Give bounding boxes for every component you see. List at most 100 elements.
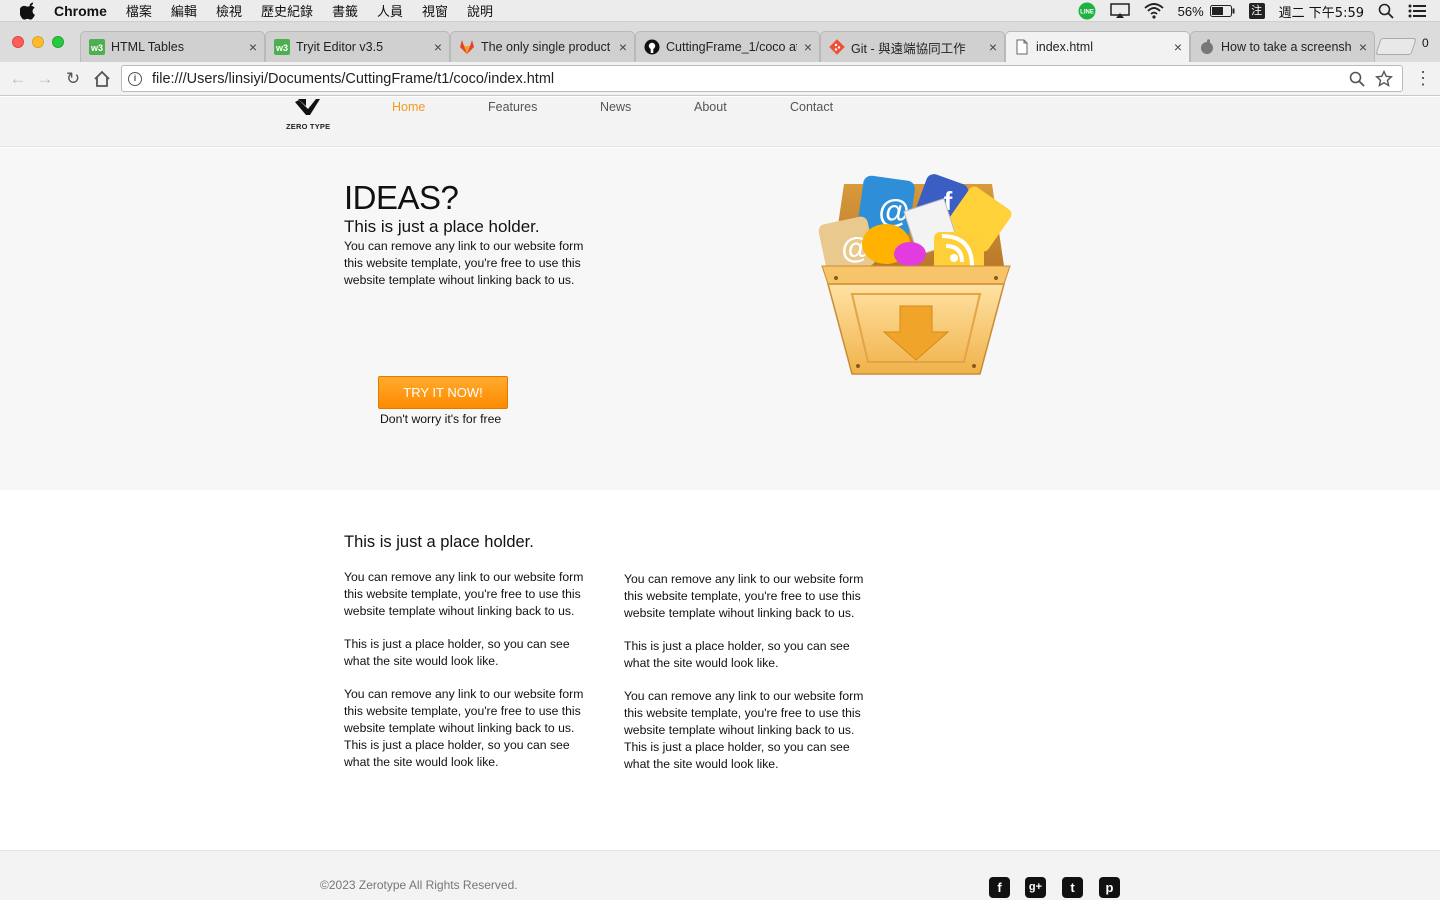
gitlab-icon <box>460 40 474 54</box>
airplay-icon[interactable] <box>1109 3 1130 19</box>
tab-github[interactable]: CuttingFrame_1/coco at × <box>635 31 820 62</box>
menu-people[interactable]: 人員 <box>377 1 403 20</box>
menu-help[interactable]: 說明 <box>467 1 493 20</box>
content-heading: This is just a place holder. <box>344 533 534 551</box>
copyright-text: ©2023 Zerotype All Rights Reserved. <box>320 878 518 892</box>
nav-home[interactable]: Home <box>392 100 425 114</box>
close-tab-icon[interactable]: × <box>612 39 634 55</box>
menu-view[interactable]: 檢視 <box>216 1 242 20</box>
site-header: ZERO TYPE Home Features News About Conta… <box>0 97 1440 147</box>
logo-text: ZERO TYPE <box>286 122 331 131</box>
window-controls <box>12 36 72 48</box>
content-column-left: You can remove any link to our website f… <box>344 569 584 787</box>
notification-center-icon[interactable] <box>1408 4 1426 18</box>
url-text[interactable]: file:///Users/linsiyi/Documents/CuttingF… <box>152 71 1348 87</box>
app-menu[interactable]: Chrome <box>54 3 107 19</box>
address-bar[interactable]: i file:///Users/linsiyi/Documents/Cuttin… <box>121 65 1403 92</box>
try-it-now-button[interactable]: TRY IT NOW! <box>378 376 508 409</box>
file-icon <box>1016 39 1028 55</box>
battery-percent: 56% <box>1177 3 1204 19</box>
line-app-icon[interactable]: LINE <box>1078 2 1096 20</box>
forward-icon[interactable]: → <box>35 69 55 89</box>
spotlight-icon[interactable] <box>1378 3 1394 19</box>
content-section: This is just a place holder. You can rem… <box>0 490 1440 850</box>
git-icon <box>829 39 845 55</box>
back-icon[interactable]: ← <box>8 69 28 89</box>
paragraph: You can remove any link to our website f… <box>624 572 864 620</box>
apple-menu-icon[interactable] <box>20 1 38 20</box>
google-plus-icon[interactable]: g+ <box>1025 877 1046 898</box>
close-tab-icon[interactable]: × <box>242 39 264 55</box>
hero-title: IDEAS? <box>344 179 459 216</box>
tab-title: HTML Tables <box>111 40 184 54</box>
tab-strip: w3 HTML Tables × w3 Tryit Editor v3.5 × … <box>0 22 1440 62</box>
zoom-window-button[interactable] <box>52 36 64 48</box>
paragraph: This is just a place holder, so you can … <box>624 639 850 670</box>
svg-text:LINE: LINE <box>1080 10 1094 16</box>
hero-text: You can remove any link to our website f… <box>344 239 584 287</box>
tab-title: index.html <box>1036 40 1093 54</box>
menu-bar: Chrome 檔案 編輯 檢視 歷史紀錄 書籤 人員 視窗 說明 LINE 56… <box>0 0 1440 22</box>
menu-history[interactable]: 歷史紀錄 <box>261 1 313 20</box>
w3schools-icon: w3 <box>274 39 290 55</box>
paragraph: You can remove any link to our website f… <box>624 689 864 771</box>
zoom-icon[interactable] <box>1348 70 1366 88</box>
nav-features[interactable]: Features <box>488 100 537 114</box>
svg-text:w3: w3 <box>90 43 103 53</box>
tab-tryit-editor[interactable]: w3 Tryit Editor v3.5 × <box>265 31 450 62</box>
tab-html-tables[interactable]: w3 HTML Tables × <box>80 31 265 62</box>
input-method-icon[interactable]: 注 <box>1248 3 1265 19</box>
home-icon[interactable] <box>92 69 112 89</box>
menu-file[interactable]: 檔案 <box>126 1 152 20</box>
new-tab-button[interactable] <box>1375 38 1417 55</box>
tab-gitlab[interactable]: The only single product × <box>450 31 635 62</box>
tab-git-remote[interactable]: Git - 與遠端協同工作 × <box>820 31 1005 62</box>
github-icon <box>644 39 660 55</box>
battery-icon[interactable] <box>1209 5 1235 17</box>
nav-news[interactable]: News <box>600 100 631 114</box>
menu-bookmarks[interactable]: 書籤 <box>332 1 358 20</box>
close-tab-icon[interactable]: × <box>982 39 1004 55</box>
paragraph: This is just a place holder, so you can … <box>344 637 570 668</box>
close-window-button[interactable] <box>12 36 24 48</box>
tab-count: 0 <box>1422 36 1429 50</box>
hero-subtitle: This is just a place holder. <box>344 217 540 236</box>
tab-title: Git - 與遠端協同工作 <box>851 41 966 56</box>
content-column-right: You can remove any link to our website f… <box>624 571 864 789</box>
tab-title: Tryit Editor v3.5 <box>296 40 384 54</box>
web-page: ZERO TYPE Home Features News About Conta… <box>0 97 1440 900</box>
clock[interactable]: 週二 下午5:59 <box>1279 2 1364 21</box>
hero-section: IDEAS? This is just a place holder. You … <box>0 148 1440 490</box>
facebook-icon[interactable]: f <box>989 877 1010 898</box>
tab-index-html[interactable]: index.html × <box>1005 31 1190 62</box>
tab-screenshot-howto[interactable]: How to take a screenshot × <box>1190 31 1375 62</box>
menu-window[interactable]: 視窗 <box>422 1 448 20</box>
wifi-icon[interactable] <box>1144 3 1164 19</box>
tab-title: CuttingFrame_1/coco at <box>666 40 797 54</box>
cta-note: Don't worry it's for free <box>380 412 502 426</box>
paragraph: You can remove any link to our website f… <box>344 687 584 769</box>
close-tab-icon[interactable]: × <box>1167 39 1189 55</box>
download-crate-illustration: @ f @ <box>818 174 1012 375</box>
chrome-menu-icon[interactable]: ⋮ <box>1414 68 1432 89</box>
apple-icon <box>1201 39 1213 54</box>
pinterest-icon[interactable]: p <box>1099 877 1120 898</box>
paragraph: You can remove any link to our website f… <box>344 570 584 618</box>
tab-title: How to take a screenshot <box>1221 40 1352 54</box>
info-icon[interactable]: i <box>128 71 142 86</box>
nav-contact[interactable]: Contact <box>790 100 833 114</box>
close-tab-icon[interactable]: × <box>797 39 819 55</box>
bookmark-star-icon[interactable] <box>1375 69 1393 88</box>
w3schools-icon: w3 <box>89 39 105 55</box>
tab-title: The only single product <box>481 40 611 54</box>
site-footer: ©2023 Zerotype All Rights Reserved. f g+… <box>0 850 1440 900</box>
nav-about[interactable]: About <box>694 100 727 114</box>
menu-edit[interactable]: 編輯 <box>171 1 197 20</box>
close-tab-icon[interactable]: × <box>427 39 449 55</box>
reload-icon[interactable]: ↻ <box>63 69 83 89</box>
minimize-window-button[interactable] <box>32 36 44 48</box>
svg-text:w3: w3 <box>275 43 288 53</box>
close-tab-icon[interactable]: × <box>1352 39 1374 55</box>
browser-toolbar: ← → ↻ i file:///Users/linsiyi/Documents/… <box>0 62 1440 96</box>
twitter-icon[interactable]: t <box>1062 877 1083 898</box>
